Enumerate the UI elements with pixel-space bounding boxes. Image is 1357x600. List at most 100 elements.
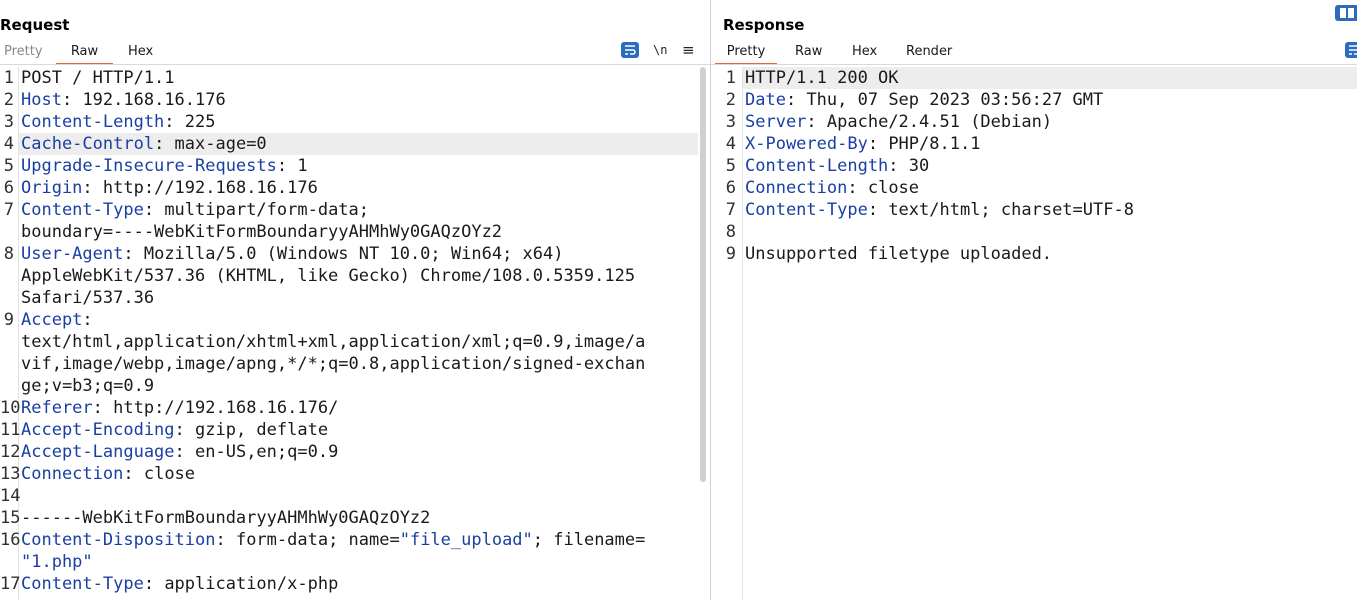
code-line: Date: Thu, 07 Sep 2023 03:56:27 GMT	[745, 89, 1103, 111]
header-name: Cache-Control	[21, 134, 155, 154]
header-value: Unsupported filetype uploaded.	[745, 244, 1053, 264]
tab-pretty[interactable]: Pretty	[4, 41, 43, 63]
header-value: boundary=----WebKitFormBoundaryyAHMhWy0G…	[21, 222, 503, 242]
line-number: 4	[725, 134, 736, 154]
header-separator: :	[847, 178, 868, 198]
code-line: Host: 192.168.16.176	[21, 89, 226, 111]
line-number	[0, 375, 14, 397]
header-separator: :	[888, 156, 909, 176]
code-line: Server: Apache/2.4.51 (Debian)	[745, 111, 1052, 133]
header-name: Referer	[21, 398, 93, 418]
header-value: ge;v=b3;q=0.9	[21, 376, 155, 396]
header-separator: :	[164, 112, 185, 132]
header-value: ------WebKitFormBoundaryyAHMhWy0GAQzOYz2	[21, 508, 431, 528]
tab-render[interactable]: Render	[906, 41, 952, 63]
tab-pretty[interactable]: Pretty	[715, 41, 777, 65]
code-line: ------WebKitFormBoundaryyAHMhWy0GAQzOYz2	[21, 507, 430, 529]
header-value: multipart/form-data;	[164, 200, 370, 220]
code-line: Accept-Encoding: gzip, deflate	[21, 419, 328, 441]
header-value: vif,image/webp,image/apng,*/*;q=0.8,appl…	[21, 354, 646, 374]
header-name: Upgrade-Insecure-Requests	[21, 156, 277, 176]
line-number: 8	[3, 244, 14, 264]
line-number: 6	[725, 178, 736, 198]
line-number	[0, 331, 14, 353]
hamburger-menu-icon[interactable]: ≡	[682, 42, 695, 60]
header-value: 225	[184, 112, 216, 132]
response-editor[interactable]: 1 HTTP/1.1 200 OK 2 Date: Thu, 07 Sep 2023 …	[711, 67, 1357, 600]
header-name: Connection	[21, 464, 124, 484]
line-number: 17	[0, 574, 21, 594]
header-separator: :	[143, 200, 165, 220]
request-tab-divider	[0, 64, 710, 65]
code-line: Connection: close	[21, 463, 195, 485]
header-name: Connection	[745, 178, 848, 198]
header-value: PHP/8.1.1	[888, 134, 981, 154]
header-name: Origin	[21, 178, 83, 198]
code-line: text/html,application/xhtml+xml,applicat…	[21, 331, 645, 353]
header-separator: :	[806, 112, 827, 132]
header-separator: :	[867, 200, 889, 220]
line-number: 3	[3, 112, 14, 132]
header-value: AppleWebKit/537.36 (KHTML, like Gecko) C…	[21, 266, 636, 286]
header-separator: :	[867, 134, 889, 154]
header-value: Safari/537.36	[21, 288, 155, 308]
tab-raw[interactable]: Raw	[795, 41, 822, 63]
quoted-value: "file_upload"	[399, 530, 533, 550]
code-line: Unsupported filetype uploaded.	[745, 243, 1052, 265]
header-value: Thu, 07 Sep 2023 03:56:27 GMT	[806, 90, 1104, 110]
header-separator: :	[215, 530, 236, 550]
line-number: 13	[0, 464, 21, 484]
header-name: Content-Length	[21, 112, 165, 132]
wrap-lines-icon[interactable]	[621, 42, 639, 58]
line-number: 1	[3, 68, 14, 88]
header-name: Accept-Language	[21, 442, 175, 462]
code-line: POST / HTTP/1.1	[21, 67, 175, 89]
header-separator: :	[123, 464, 144, 484]
line-number	[0, 287, 14, 309]
code-line: boundary=----WebKitFormBoundaryyAHMhWy0G…	[21, 221, 502, 243]
line-number	[0, 551, 14, 573]
tab-hex[interactable]: Hex	[128, 41, 153, 63]
quoted-value: "1.php"	[21, 552, 93, 572]
header-separator: :	[61, 90, 83, 110]
header-value: max-age=0	[174, 134, 267, 154]
code-line: Accept-Language: en-US,en;q=0.9	[21, 441, 338, 463]
line-number: 7	[3, 200, 14, 220]
code-line: Content-Disposition: form-data; name="fi…	[21, 529, 645, 551]
response-tab-divider	[711, 64, 1357, 65]
header-separator: :	[92, 398, 114, 418]
request-scrollbar[interactable]	[700, 67, 706, 482]
response-title: Response	[723, 16, 805, 34]
header-name: Accept-Encoding	[21, 420, 175, 440]
header-name: Accept	[21, 310, 83, 330]
line-number: 9	[3, 310, 14, 330]
code-line: X-Powered-By: PHP/8.1.1	[745, 133, 980, 155]
response-panel: Response Pretty Raw Hex Render 1 HTTP/1.1…	[711, 0, 1357, 600]
line-number: 3	[725, 112, 736, 132]
header-separator: :	[154, 134, 175, 154]
tab-hex[interactable]: Hex	[852, 41, 877, 63]
line-number: 11	[0, 420, 21, 440]
header-separator: :	[174, 442, 196, 462]
line-number: 12	[0, 442, 21, 462]
newline-icon[interactable]: \n	[653, 42, 667, 60]
header-name: Content-Type	[21, 200, 144, 220]
code-line: ge;v=b3;q=0.9	[21, 375, 154, 397]
code-line: Connection: close	[745, 177, 919, 199]
header-name: User-Agent	[21, 244, 124, 264]
header-value: 1	[297, 156, 308, 176]
line-number: 14	[0, 486, 21, 506]
header-name: X-Powered-By	[745, 134, 868, 154]
code-line: Accept:	[21, 309, 93, 331]
line-number: 2	[3, 90, 14, 110]
header-separator: :	[82, 310, 93, 330]
header-value: POST / HTTP/1.1	[21, 68, 175, 88]
header-value: http://192.168.16.176/	[113, 398, 339, 418]
wrap-lines-icon[interactable]	[1345, 42, 1357, 58]
header-value: 30	[908, 156, 930, 176]
line-number	[0, 265, 14, 287]
code-line: User-Agent: Mozilla/5.0 (Windows NT 10.0…	[21, 243, 563, 265]
code-line: Upgrade-Insecure-Requests: 1	[21, 155, 308, 177]
request-editor[interactable]: 1 POST / HTTP/1.1 2 Host: 192.168.16.176 3 Co…	[0, 67, 710, 600]
tab-raw[interactable]: Raw	[56, 41, 113, 65]
